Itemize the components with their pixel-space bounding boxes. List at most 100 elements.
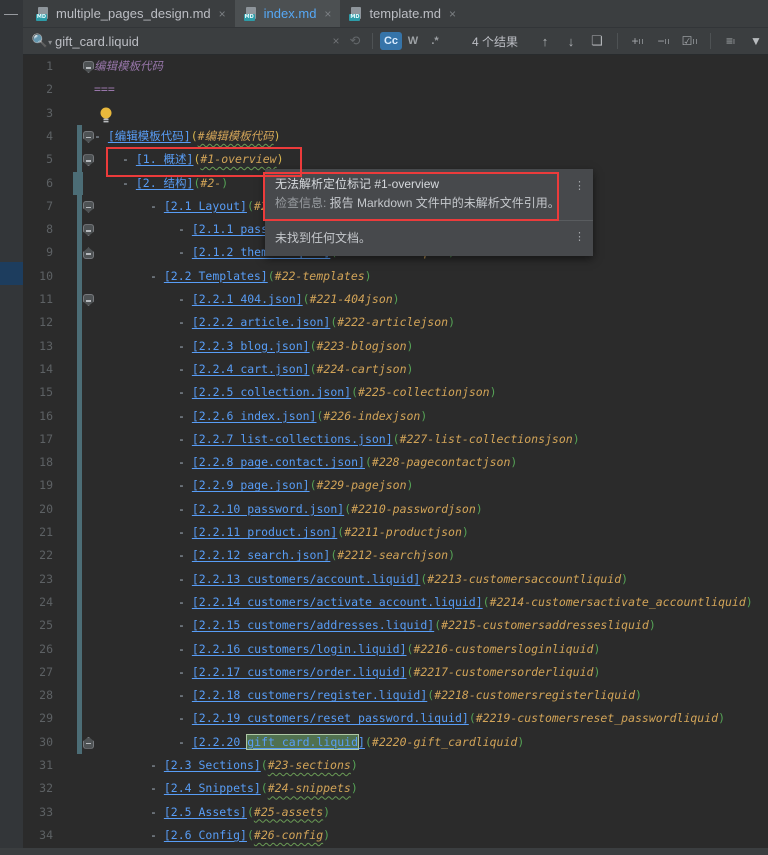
markdown-link[interactable]: [2.2.19 customers/reset_password.liquid] xyxy=(192,711,469,725)
markdown-link[interactable]: [2.2.8 page.contact.json] xyxy=(192,455,365,469)
previous-occurrence-icon[interactable]: ↑ xyxy=(532,34,558,49)
regex-toggle[interactable]: .* xyxy=(424,32,446,50)
tab-multiple-pages-design[interactable]: MD multiple_pages_design.md × xyxy=(27,0,235,27)
ide-window: — MD multiple_pages_design.md × MD index… xyxy=(0,0,768,855)
close-tab-icon[interactable]: × xyxy=(449,7,456,21)
anchor-reference: #24-snippets xyxy=(267,781,351,796)
markdown-link[interactable]: [2.2.14 customers/activate_account.liqui… xyxy=(192,595,483,609)
list-bullet: - xyxy=(150,827,164,842)
markdown-link[interactable]: [2.2.10 password.json] xyxy=(192,502,344,516)
markdown-link[interactable]: [2.2.11 product.json] xyxy=(192,525,337,539)
markdown-link[interactable]: [2.3 Sections] xyxy=(164,758,261,772)
markdown-link[interactable]: [2.2.16 customers/login.liquid] xyxy=(192,642,407,656)
lightbulb-icon[interactable] xyxy=(98,106,114,124)
paren: ( xyxy=(364,734,372,749)
close-tab-icon[interactable]: × xyxy=(324,7,331,21)
markdown-link[interactable]: [1. 概述] xyxy=(136,152,194,166)
paren: ) xyxy=(517,734,525,749)
fold-marker-icon[interactable] xyxy=(83,200,94,213)
line-number: 33 xyxy=(39,804,53,819)
markdown-link[interactable]: [编辑模板代码] xyxy=(108,129,191,143)
list-bullet: - xyxy=(122,175,136,190)
clear-search-icon[interactable]: × xyxy=(327,34,345,48)
list-bullet: - xyxy=(94,128,108,143)
markdown-link[interactable]: [2. 结构] xyxy=(136,176,194,190)
anchor-reference: #26-config xyxy=(253,827,324,842)
markdown-link[interactable]: [2.2.9 page.json] xyxy=(192,478,310,492)
markdown-link[interactable]: [2.5 Assets] xyxy=(164,805,247,819)
filter-icon[interactable]: ▼ xyxy=(744,34,768,48)
markdown-link[interactable]: [2.2.6 index.json] xyxy=(192,409,317,423)
markdown-link[interactable]: [2.6 Config] xyxy=(164,828,247,842)
anchor-reference: #222-articlejson xyxy=(337,315,449,330)
anchor-reference: #225-collectionjson xyxy=(358,385,490,400)
open-in-find-window-icon[interactable]: ❏ xyxy=(584,33,610,49)
anchor-reference: #226-indexjson xyxy=(323,408,421,423)
paren: ) xyxy=(364,268,372,283)
markdown-link[interactable]: [2.1 Layout] xyxy=(164,199,247,213)
editor-line: 23- [2.2.13 customers/account.liquid](#2… xyxy=(23,568,768,591)
line-number: 17 xyxy=(39,431,53,446)
add-occurrence-icon[interactable]: + II xyxy=(625,35,651,47)
markdown-link[interactable]: [2.2.20 gift_card.liquid] xyxy=(192,733,365,750)
fold-marker-icon[interactable] xyxy=(83,61,94,73)
editor-line: 1 编辑模板代码 xyxy=(23,55,768,78)
fold-marker-icon[interactable] xyxy=(83,154,94,167)
markdown-heading-text: === xyxy=(94,82,115,97)
editor-line: 27- [2.2.17 customers/order.liquid](#221… xyxy=(23,661,768,684)
editor-line: 14 - [2.2.4 cart.json](#224-cartjson) xyxy=(23,358,768,381)
multiline-search-icon[interactable]: ≡ I xyxy=(718,35,744,47)
select-all-occurrences-icon[interactable]: ☑ II xyxy=(677,35,703,47)
markdown-link[interactable]: [2.2.13 customers/account.liquid] xyxy=(192,572,420,586)
paren: ) xyxy=(221,175,229,190)
editor-line: 29 - [2.2.19 customers/reset_password.liq… xyxy=(23,707,768,730)
anchor-reference: #2210-passwordjson xyxy=(351,501,476,516)
editor-line: 20- [2.2.10 password.json](#2210-passwor… xyxy=(23,498,768,521)
more-options-icon[interactable]: ⋮ xyxy=(574,181,585,192)
markdown-link[interactable]: [2.2.4 cart.json] xyxy=(192,362,310,376)
next-occurrence-icon[interactable]: ↓ xyxy=(558,34,584,49)
line-number: 10 xyxy=(39,268,53,283)
search-history-icon[interactable]: ⟲ xyxy=(345,33,365,49)
anchor-reference: #224-cartjson xyxy=(316,361,407,376)
editor-line: 15 - [2.2.5 collection.json](#225-collect… xyxy=(23,381,768,404)
markdown-link[interactable]: [2.2.2 article.json] xyxy=(192,315,330,329)
anchor-reference: #23-sections xyxy=(267,758,351,772)
markdown-heading-text: 编辑模板代码 xyxy=(94,59,163,73)
fold-marker-icon[interactable] xyxy=(83,130,94,143)
list-bullet: - xyxy=(178,664,192,679)
markdown-link[interactable]: [2.4 Snippets] xyxy=(164,781,261,795)
paren: ) xyxy=(406,478,414,493)
match-case-toggle[interactable]: Cc xyxy=(379,32,402,50)
list-bullet: - xyxy=(150,268,164,283)
fold-marker-icon[interactable] xyxy=(83,736,94,749)
close-tab-icon[interactable]: × xyxy=(219,7,226,21)
markdown-link[interactable]: [2.2.12 search.json] xyxy=(192,548,330,562)
search-icon[interactable]: 🔍▾ xyxy=(31,33,53,49)
fold-marker-icon[interactable] xyxy=(83,247,94,260)
markdown-link[interactable]: [2.2 Templates] xyxy=(164,269,268,283)
line-number: 19 xyxy=(39,478,53,493)
more-options-icon[interactable]: ⋮ xyxy=(574,232,585,243)
markdown-link[interactable]: [2.2.18 customers/register.liquid] xyxy=(192,688,427,702)
paren: ( xyxy=(260,758,268,772)
markdown-link[interactable]: [2.2.5 collection.json] xyxy=(192,385,351,399)
markdown-link[interactable]: [2.2.7 list-collections.json] xyxy=(192,432,393,446)
search-input[interactable]: gift_card.liquid xyxy=(55,34,327,49)
anchor-reference: #25-assets xyxy=(253,804,324,819)
whole-words-toggle[interactable]: W xyxy=(402,32,424,50)
tab-template-md[interactable]: MD template.md × xyxy=(340,0,465,27)
editor-line: 5- [1. 概述](#1-overview) xyxy=(23,148,768,171)
markdown-link[interactable]: [2.2.15 customers/addresses.liquid] xyxy=(192,618,434,632)
markdown-link[interactable]: [2.2.3 blog.json] xyxy=(192,339,310,353)
editor-line: 32 - [2.4 Snippets](#24-snippets) xyxy=(23,777,768,800)
markdown-link[interactable]: [2.2.17 customers/order.liquid] xyxy=(192,665,407,679)
exclude-occurrence-icon[interactable]: − II xyxy=(651,35,677,47)
markdown-link[interactable]: [2.2.1 404.json] xyxy=(192,292,303,306)
fold-marker-icon[interactable] xyxy=(83,224,94,237)
collapse-window-icon[interactable]: — xyxy=(4,6,18,20)
paren: ( xyxy=(392,431,400,446)
tab-index-md[interactable]: MD index.md × xyxy=(234,0,341,27)
list-bullet: - xyxy=(178,501,192,516)
fold-marker-icon[interactable] xyxy=(83,294,94,306)
